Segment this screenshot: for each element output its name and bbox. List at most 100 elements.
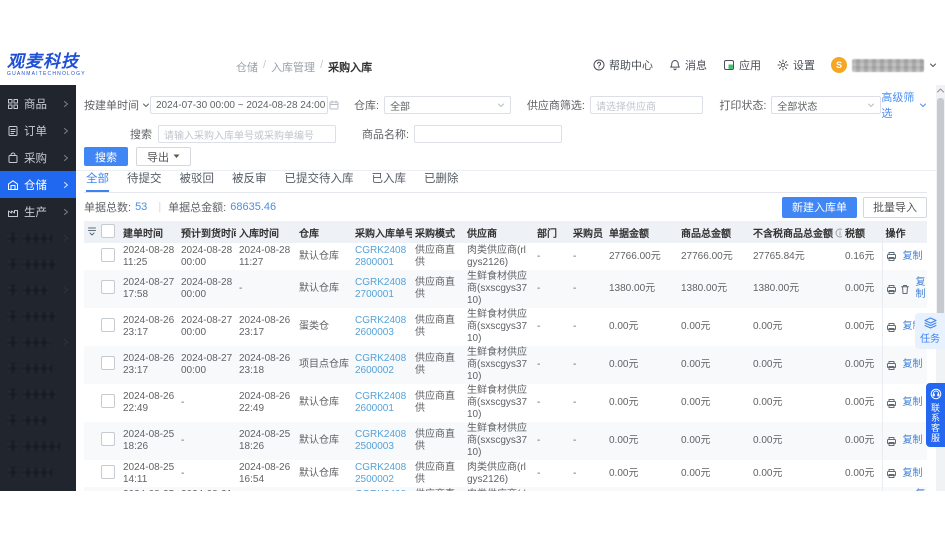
redacted-label xyxy=(22,260,56,269)
inbound-order-link[interactable]: CGRK24082800001 xyxy=(355,245,406,268)
select-all-checkbox[interactable] xyxy=(101,224,115,238)
tab-已提交待入库[interactable]: 已提交待入库 xyxy=(285,170,354,192)
redacted-label xyxy=(22,442,60,451)
order-search-input[interactable]: 请输入采购入库单号或采购单编号 xyxy=(158,125,336,143)
create-inbound-button[interactable]: 新建入库单 xyxy=(782,197,857,218)
search-button[interactable]: 搜索 xyxy=(84,147,128,166)
sidebar-item-redacted[interactable] xyxy=(0,381,76,407)
print-icon[interactable] xyxy=(886,398,897,409)
tab-待提交[interactable]: 待提交 xyxy=(127,170,162,192)
row-checkbox[interactable] xyxy=(101,394,115,408)
print-icon[interactable] xyxy=(886,436,897,447)
tab-全部[interactable]: 全部 xyxy=(86,170,109,192)
supplier-filter-input[interactable]: 请选择供应商 xyxy=(590,96,703,114)
redacted-label xyxy=(22,286,48,295)
orders-table: 建单时间预计到货时间入库时间仓库采购入库单号采购模式供应商部门采购员单据金额商品… xyxy=(84,221,927,491)
delete-icon[interactable] xyxy=(900,284,910,295)
breadcrumb-item[interactable]: 入库管理 xyxy=(271,59,315,75)
tab-被驳回[interactable]: 被驳回 xyxy=(180,170,215,192)
sidebar-item-redacted[interactable] xyxy=(0,303,76,329)
copy-link[interactable]: 复制 xyxy=(916,489,928,492)
sidebar-item-redacted[interactable] xyxy=(0,251,76,277)
filter-row-3: 搜索 导出 xyxy=(84,147,927,166)
time-type-select[interactable]: 按建单时间 xyxy=(84,97,150,113)
cell-warehouse: 蛋类仓 xyxy=(296,308,352,346)
row-actions: 复制 xyxy=(886,251,928,263)
breadcrumb-item[interactable]: 仓储 xyxy=(236,59,258,75)
print-status-value: 全部状态 xyxy=(777,98,817,113)
print-icon[interactable] xyxy=(886,251,897,262)
inbound-order-link[interactable]: CGRK24082500001 xyxy=(355,489,406,492)
topbar-action-gear[interactable]: 设置 xyxy=(777,57,815,73)
inbound-order-link[interactable]: CGRK24082500003 xyxy=(355,429,406,452)
sidebar-item-商品[interactable]: 商品 xyxy=(0,90,76,117)
column-header-13: 税额 xyxy=(842,221,882,243)
row-checkbox[interactable] xyxy=(101,280,115,294)
sidebar-item-redacted[interactable] xyxy=(0,329,76,355)
copy-link[interactable]: 复制 xyxy=(903,468,923,480)
vertical-scrollbar-thumb[interactable] xyxy=(937,98,944,348)
export-button[interactable]: 导出 xyxy=(136,147,191,166)
copy-link[interactable]: 复制 xyxy=(903,397,923,409)
sidebar-item-redacted[interactable] xyxy=(0,407,76,433)
advanced-filter-link[interactable]: 高级筛选 xyxy=(881,89,927,121)
topbar-action-bell[interactable]: 消息 xyxy=(669,57,707,73)
inbound-order-link[interactable]: CGRK24082600003 xyxy=(355,315,406,338)
print-icon[interactable] xyxy=(886,322,897,333)
sidebar-item-redacted[interactable] xyxy=(0,459,76,485)
app-window: 观麦科技 GUANMAITECHNOLOGY 仓储/入库管理/采购入库 帮助中心… xyxy=(0,45,945,491)
copy-link[interactable]: 复制 xyxy=(903,251,923,263)
cell-amount_excl_tax: 0.00元 xyxy=(750,308,842,346)
warehouse-select[interactable]: 全部 xyxy=(384,96,511,114)
tab-被反审[interactable]: 被反审 xyxy=(232,170,267,192)
top-actions: 帮助中心消息应用设置 S xyxy=(593,45,937,85)
sidebar-item-label: 仓储 xyxy=(24,177,58,193)
cell-expected: 2024-08-21 00:00 xyxy=(178,487,236,491)
breadcrumb: 仓储/入库管理/采购入库 xyxy=(236,59,372,75)
topbar-action-help[interactable]: 帮助中心 xyxy=(593,57,653,73)
sidebar-item-生产[interactable]: 生产 xyxy=(0,198,76,225)
sidebar-item-redacted[interactable] xyxy=(0,355,76,381)
sidebar-item-redacted[interactable] xyxy=(0,277,76,303)
tasks-fab[interactable]: 任务 xyxy=(915,313,945,349)
collapse-rows-icon[interactable] xyxy=(87,226,97,236)
print-status-select[interactable]: 全部状态 xyxy=(771,96,881,114)
inbound-order-link[interactable]: CGRK24082600001 xyxy=(355,391,406,414)
doc-count-value: 53 xyxy=(135,201,147,213)
row-checkbox[interactable] xyxy=(101,465,115,479)
cell-order_no: CGRK24082500003 xyxy=(352,422,412,460)
bulk-import-button[interactable]: 批量导入 xyxy=(863,197,927,218)
supplier-filter-label: 供应商筛选: xyxy=(527,97,585,113)
sidebar-item-redacted[interactable] xyxy=(0,225,76,251)
row-checkbox[interactable] xyxy=(101,318,115,332)
user-menu[interactable]: S xyxy=(831,57,937,73)
cell-supplier: 生鲜食材供应商(sxscgys3710) xyxy=(464,270,534,308)
date-range-input[interactable]: 2024-07-30 00:00 ~ 2024-08-28 24:00 xyxy=(150,96,328,114)
print-icon[interactable] xyxy=(886,284,897,295)
product-name-input[interactable] xyxy=(414,125,562,143)
print-icon[interactable] xyxy=(886,468,897,479)
inbound-order-link[interactable]: CGRK24082500002 xyxy=(355,462,406,485)
row-checkbox[interactable] xyxy=(101,432,115,446)
row-checkbox[interactable] xyxy=(101,248,115,262)
topbar-action-apps[interactable]: 应用 xyxy=(723,57,761,73)
cell-expected: 2024-08-27 00:00 xyxy=(178,346,236,384)
brand-name: 观麦科技 xyxy=(7,53,160,70)
copy-link[interactable]: 复制 xyxy=(916,277,928,301)
caret-down-icon xyxy=(173,154,180,159)
inbound-order-link[interactable]: CGRK24082700001 xyxy=(355,277,406,300)
support-fab[interactable]: 联系客服 xyxy=(926,383,945,447)
tab-已删除[interactable]: 已删除 xyxy=(424,170,459,192)
scroll-up-icon[interactable] xyxy=(936,87,945,94)
sidebar-item-订单[interactable]: 订单 xyxy=(0,117,76,144)
copy-link[interactable]: 复制 xyxy=(903,359,923,371)
row-checkbox[interactable] xyxy=(101,356,115,370)
copy-link[interactable]: 复制 xyxy=(903,435,923,447)
sidebar-item-仓储[interactable]: 仓储 xyxy=(0,171,76,198)
print-icon[interactable] xyxy=(886,360,897,371)
sidebar-item-redacted[interactable] xyxy=(0,433,76,459)
inbound-order-link[interactable]: CGRK24082600002 xyxy=(355,353,406,376)
tab-已入库[interactable]: 已入库 xyxy=(372,170,407,192)
sidebar-item-采购[interactable]: 采购 xyxy=(0,144,76,171)
info-icon[interactable] xyxy=(835,228,842,238)
